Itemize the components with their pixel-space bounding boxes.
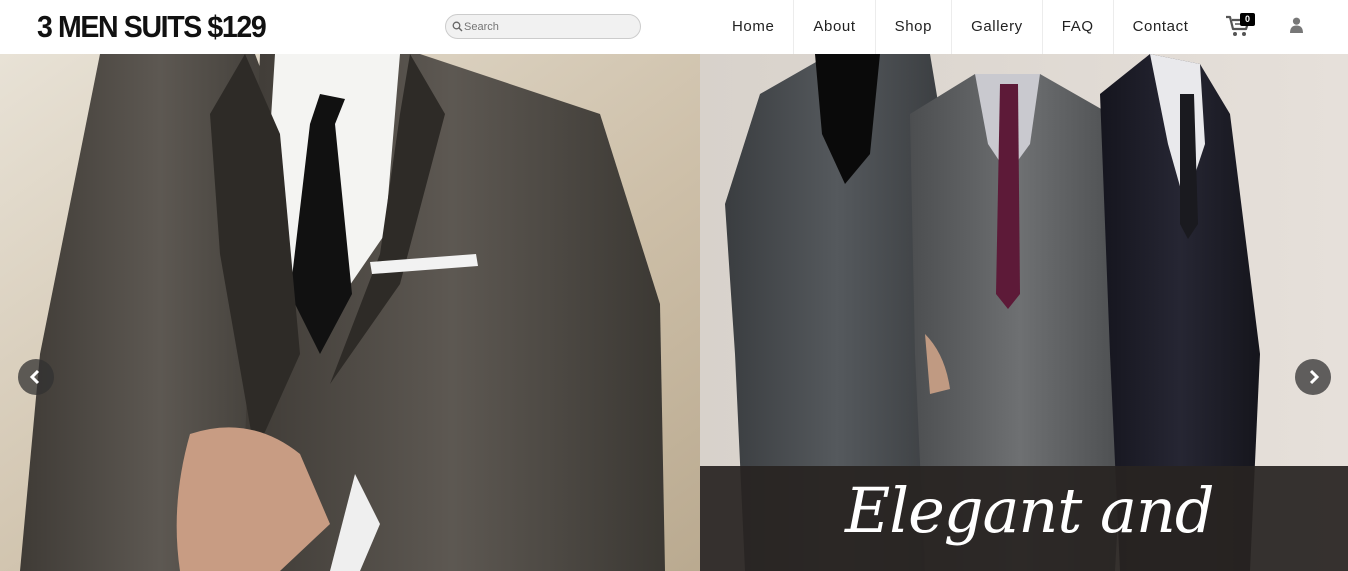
chevron-right-icon [1309, 369, 1320, 385]
main-nav: Home About Shop Gallery FAQ Contact [713, 0, 1208, 54]
site-header: 3 MEN SUITS $129 Home About Shop Gallery… [0, 0, 1348, 54]
slider-prev-button[interactable] [18, 359, 54, 395]
nav-home[interactable]: Home [713, 0, 793, 54]
search-box[interactable] [445, 14, 641, 39]
hero-slider: Elegant and [0, 54, 1348, 571]
nav-gallery[interactable]: Gallery [951, 0, 1042, 54]
nav-shop[interactable]: Shop [874, 0, 951, 54]
search-input[interactable] [464, 18, 634, 35]
nav-about[interactable]: About [793, 0, 874, 54]
nav-contact[interactable]: Contact [1112, 0, 1208, 54]
slider-next-button[interactable] [1295, 359, 1331, 395]
search-icon [452, 21, 463, 32]
hero-caption: Elegant and [845, 474, 1215, 547]
chevron-left-icon [29, 369, 40, 385]
site-logo[interactable]: 3 MEN SUITS $129 [37, 9, 267, 45]
user-icon[interactable] [1290, 17, 1303, 33]
nav-faq[interactable]: FAQ [1041, 0, 1113, 54]
cart-count-badge: 0 [1240, 13, 1255, 26]
